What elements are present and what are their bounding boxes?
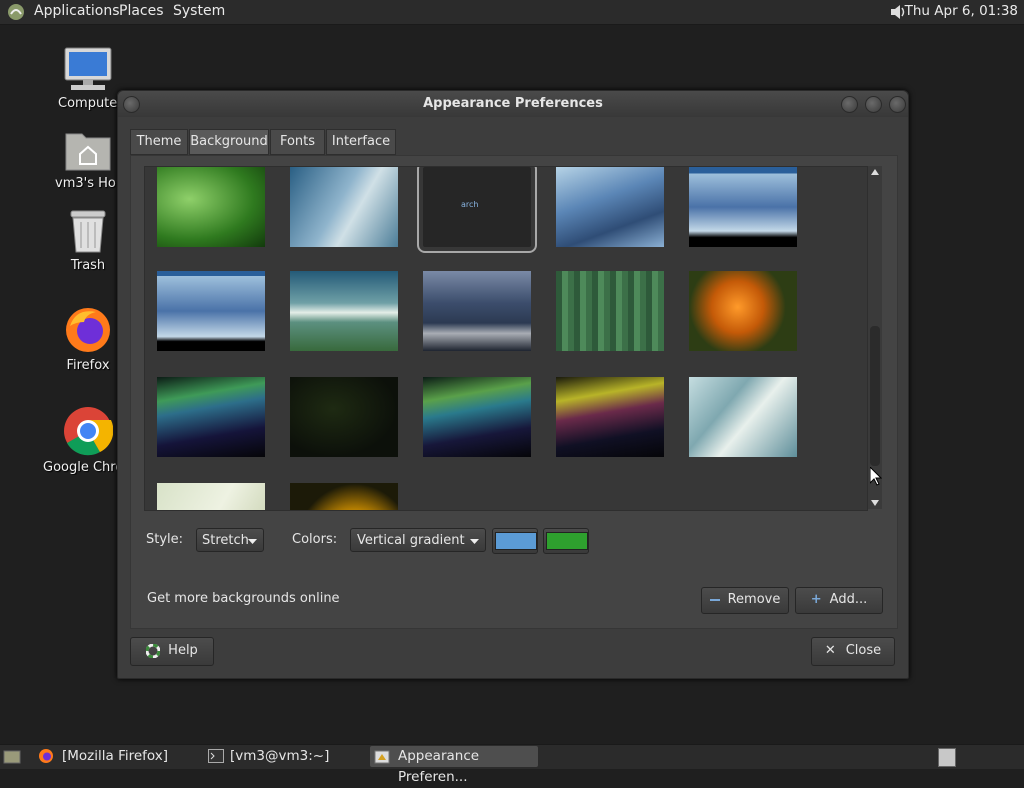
background-panel: arch Style: Stretch Colors: Vertical gra…	[130, 155, 898, 629]
wallpaper-thumb[interactable]	[157, 167, 265, 247]
maximize-button[interactable]	[865, 96, 882, 113]
remove-button[interactable]: Remove	[701, 587, 789, 614]
mouse-cursor-icon	[870, 467, 882, 486]
system-menu[interactable]: System	[173, 3, 225, 19]
wallpaper-thumb[interactable]	[423, 271, 531, 351]
desktop-icon-label: vm3's Home	[55, 176, 121, 191]
minimize-button[interactable]	[841, 96, 858, 113]
help-button[interactable]: Help	[130, 637, 214, 666]
primary-color-swatch	[495, 532, 537, 550]
help-lifebuoy-icon	[145, 643, 161, 658]
plus-icon: +	[810, 592, 822, 607]
wallpaper-thumb[interactable]	[556, 167, 664, 247]
wallpaper-thumb[interactable]	[290, 167, 398, 247]
wallpaper-thumb[interactable]	[556, 271, 664, 351]
style-label: Style:	[146, 532, 184, 547]
tab-background[interactable]: Background	[189, 129, 269, 155]
gnome-foot-icon[interactable]	[6, 2, 26, 22]
wallpaper-thumb[interactable]	[689, 271, 797, 351]
taskbar-item-firefox[interactable]: [Mozilla Firefox]	[36, 746, 196, 767]
desktop-icon-label: Computer	[58, 96, 118, 111]
primary-color-button[interactable]	[492, 528, 538, 554]
tab-fonts[interactable]: Fonts	[270, 129, 325, 155]
home-folder-icon	[65, 133, 111, 171]
computer-icon	[64, 47, 112, 90]
style-dropdown-value: Stretch	[202, 533, 249, 548]
firefox-icon	[66, 308, 110, 352]
tab-theme[interactable]: Theme	[130, 129, 188, 155]
wallpaper-gallery[interactable]: arch	[144, 166, 868, 511]
terminal-icon	[208, 749, 224, 763]
style-dropdown[interactable]: Stretch	[196, 528, 264, 552]
chrome-icon	[64, 407, 114, 456]
wallpaper-thumb[interactable]	[423, 377, 531, 457]
clock[interactable]: Thu Apr 6, 01:38	[905, 3, 1018, 19]
arch-logo-text: arch	[461, 200, 479, 209]
chevron-down-icon	[470, 539, 479, 544]
colors-dropdown[interactable]: Vertical gradient	[350, 528, 486, 552]
scroll-down-arrow-icon[interactable]	[871, 500, 879, 506]
wallpaper-thumb[interactable]	[157, 483, 265, 510]
wallpaper-thumb[interactable]	[556, 377, 664, 457]
appearance-preferences-window: Appearance Preferences Theme Background …	[117, 90, 909, 679]
close-window-button[interactable]	[889, 96, 906, 113]
taskbar-label: [Mozilla Firefox]	[62, 748, 169, 764]
minus-icon	[709, 598, 720, 601]
taskbar-label: [vm3@vm3:~]	[230, 748, 330, 764]
close-button[interactable]: ✕ Close	[811, 637, 895, 666]
wallpaper-thumb[interactable]	[157, 271, 265, 351]
appearance-icon	[374, 750, 390, 764]
top-panel: Applications Places System Thu Apr 6, 01…	[0, 0, 1024, 25]
more-backgrounds-link[interactable]: Get more backgrounds online	[147, 591, 340, 606]
scroll-up-arrow-icon[interactable]	[871, 169, 879, 175]
firefox-icon	[39, 749, 53, 763]
chevron-down-icon	[248, 539, 257, 544]
add-button[interactable]: + Add...	[795, 587, 883, 614]
wallpaper-thumb[interactable]	[290, 483, 398, 510]
scrollbar-thumb[interactable]	[870, 326, 880, 466]
desktop-icon-label: Google Chrome	[43, 460, 123, 475]
secondary-color-button[interactable]	[543, 528, 589, 554]
wallpaper-thumb[interactable]	[689, 377, 797, 457]
show-desktop-icon[interactable]	[3, 749, 21, 765]
wallpaper-thumb[interactable]	[157, 377, 265, 457]
window-titlebar[interactable]: Appearance Preferences	[118, 91, 908, 117]
taskbar-item-terminal[interactable]: [vm3@vm3:~]	[204, 746, 364, 767]
help-button-label: Help	[168, 643, 198, 658]
colors-label: Colors:	[292, 532, 338, 547]
window-title: Appearance Preferences	[423, 96, 603, 111]
secondary-color-swatch	[546, 532, 588, 550]
wallpaper-thumb-selected[interactable]: arch	[417, 167, 537, 253]
close-icon: ✕	[824, 643, 836, 658]
add-button-label: Add...	[829, 592, 868, 607]
close-button-label: Close	[845, 643, 882, 658]
workspace-switcher[interactable]	[938, 748, 956, 767]
wallpaper-thumb[interactable]	[290, 271, 398, 351]
taskbar-label: Appearance Preferen...	[398, 748, 480, 785]
gallery-scrollbar[interactable]	[868, 166, 882, 509]
bottom-panel: [Mozilla Firefox] [vm3@vm3:~] Appearance…	[0, 744, 1024, 785]
taskbar-item-appearance[interactable]: Appearance Preferen...	[370, 746, 538, 785]
remove-button-label: Remove	[727, 592, 781, 607]
colors-dropdown-value: Vertical gradient	[357, 533, 465, 548]
places-menu[interactable]: Places	[119, 3, 164, 19]
wallpaper-thumb[interactable]	[290, 377, 398, 457]
tab-interface[interactable]: Interface	[326, 129, 396, 155]
applications-menu[interactable]: Applications	[34, 3, 120, 19]
wallpaper-thumb[interactable]	[689, 167, 797, 247]
trash-icon	[70, 210, 106, 253]
